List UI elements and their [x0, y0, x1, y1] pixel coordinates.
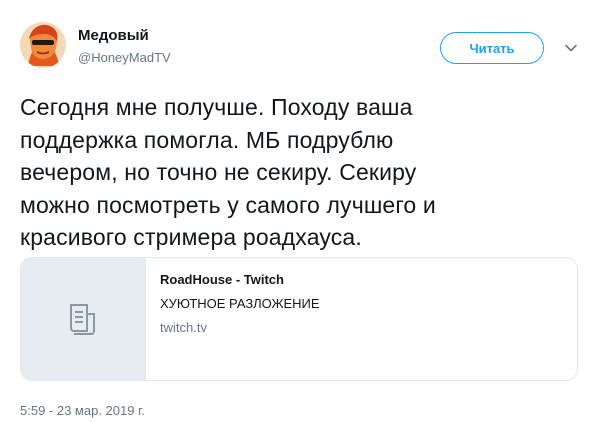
link-card-domain: twitch.tv	[160, 320, 207, 335]
author-handle[interactable]: @HoneyMadTV	[78, 50, 171, 65]
avatar-image	[20, 22, 66, 68]
author-name[interactable]: Медовый	[78, 27, 149, 44]
follow-button[interactable]: Читать	[440, 32, 544, 64]
chevron-down-icon[interactable]	[563, 40, 579, 56]
link-card-description: ХУЮТНОЕ РАЗЛОЖЕНИЕ	[160, 296, 320, 311]
tweet-text: Сегодня мне получше. Походу ваша поддерж…	[20, 94, 436, 250]
avatar[interactable]	[20, 22, 66, 68]
link-card-title: RoadHouse - Twitch	[160, 272, 284, 287]
document-icon	[70, 304, 95, 335]
link-card-body: RoadHouse - Twitch ХУЮТНОЕ РАЗЛОЖЕНИЕ tw…	[146, 258, 334, 380]
link-card[interactable]: RoadHouse - Twitch ХУЮТНОЕ РАЗЛОЖЕНИЕ tw…	[20, 257, 578, 381]
link-card-thumbnail	[21, 258, 146, 380]
tweet-timestamp[interactable]: 5:59 - 23 мар. 2019 г.	[20, 403, 145, 418]
tweet: Медовый @HoneyMadTV Читать Сегодня мне п…	[0, 0, 614, 422]
